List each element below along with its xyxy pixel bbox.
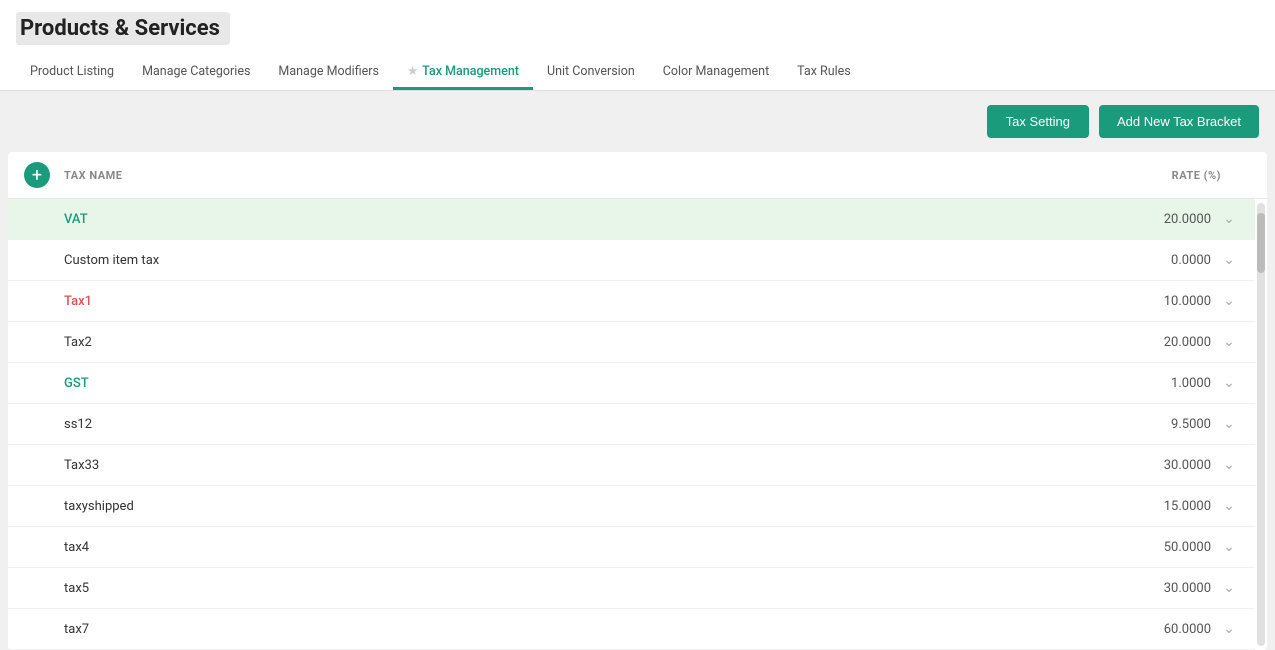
tax-row[interactable]: Tax2 20.0000 ⌄: [8, 322, 1255, 363]
table-body: VAT 20.0000 ⌄ Custom item tax 0.0000 ⌄ T…: [8, 199, 1255, 650]
table-scroll-area: VAT 20.0000 ⌄ Custom item tax 0.0000 ⌄ T…: [8, 199, 1267, 650]
nav-tab-unit-conversion[interactable]: Unit Conversion: [533, 56, 649, 90]
chevron-down-icon: ⌄: [1219, 334, 1239, 350]
chevron-down-icon: ⌄: [1219, 580, 1239, 596]
tax-row[interactable]: Tax1 10.0000 ⌄: [8, 281, 1255, 322]
tax-name: Tax1: [64, 294, 1011, 309]
col-header-rate: RATE (%): [1021, 169, 1221, 182]
tax-rate: 0.0000: [1011, 253, 1211, 268]
chevron-down-icon: ⌄: [1219, 457, 1239, 473]
tax-name: VAT: [64, 212, 1011, 227]
chevron-down-icon: ⌄: [1219, 375, 1239, 391]
table-header: + TAX NAME RATE (%): [8, 152, 1267, 199]
tax-rate: 30.0000: [1011, 581, 1211, 596]
tax-rate: 15.0000: [1011, 499, 1211, 514]
col-header-name: TAX NAME: [64, 169, 1021, 182]
scrollbar-thumb: [1257, 213, 1265, 273]
nav-tabs: Product ListingManage CategoriesManage M…: [16, 55, 1259, 90]
chevron-down-icon: ⌄: [1219, 498, 1239, 514]
chevron-down-icon: ⌄: [1219, 621, 1239, 637]
nav-tab-color-management[interactable]: Color Management: [649, 56, 783, 90]
page-wrapper: Products & Services Product ListingManag…: [0, 0, 1275, 650]
chevron-down-icon: ⌄: [1219, 539, 1239, 555]
chevron-down-icon: ⌄: [1219, 211, 1239, 227]
tax-rate: 20.0000: [1011, 335, 1211, 350]
page-title: Products & Services: [16, 12, 230, 45]
tax-row[interactable]: Custom item tax 0.0000 ⌄: [8, 240, 1255, 281]
tax-name: Custom item tax: [64, 253, 1011, 268]
tax-name: tax7: [64, 622, 1011, 637]
add-new-tax-bracket-button[interactable]: Add New Tax Bracket: [1099, 105, 1259, 138]
tax-name: Tax33: [64, 458, 1011, 473]
tax-row[interactable]: GST 1.0000 ⌄: [8, 363, 1255, 404]
tax-rate: 50.0000: [1011, 540, 1211, 555]
tax-row[interactable]: tax4 50.0000 ⌄: [8, 527, 1255, 568]
tax-rate: 60.0000: [1011, 622, 1211, 637]
tax-row[interactable]: VAT 20.0000 ⌄: [8, 199, 1255, 240]
tax-row[interactable]: tax5 30.0000 ⌄: [8, 568, 1255, 609]
star-icon: ★: [407, 64, 418, 79]
chevron-down-icon: ⌄: [1219, 416, 1239, 432]
scrollbar[interactable]: [1257, 203, 1265, 646]
header: Products & Services Product ListingManag…: [0, 0, 1275, 91]
tax-name: GST: [64, 376, 1011, 391]
tax-table: + TAX NAME RATE (%) VAT 20.0000 ⌄ Custom…: [8, 152, 1267, 650]
add-tax-circle-button[interactable]: +: [24, 162, 50, 188]
tax-rate: 10.0000: [1011, 294, 1211, 309]
tax-row[interactable]: taxyshipped 15.0000 ⌄: [8, 486, 1255, 527]
tax-rate: 30.0000: [1011, 458, 1211, 473]
toolbar: Tax Setting Add New Tax Bracket: [0, 91, 1275, 152]
tax-rate: 1.0000: [1011, 376, 1211, 391]
tax-setting-button[interactable]: Tax Setting: [987, 105, 1089, 138]
nav-tab-product-listing[interactable]: Product Listing: [16, 56, 128, 90]
chevron-down-icon: ⌄: [1219, 252, 1239, 268]
nav-tab-tax-rules[interactable]: Tax Rules: [783, 56, 865, 90]
nav-tab-manage-modifiers[interactable]: Manage Modifiers: [264, 56, 393, 90]
tax-name: ss12: [64, 417, 1011, 432]
chevron-down-icon: ⌄: [1219, 293, 1239, 309]
tax-row[interactable]: ss12 9.5000 ⌄: [8, 404, 1255, 445]
tax-name: tax4: [64, 540, 1011, 555]
nav-tab-manage-categories[interactable]: Manage Categories: [128, 56, 264, 90]
tax-rate: 9.5000: [1011, 417, 1211, 432]
tax-name: taxyshipped: [64, 499, 1011, 514]
tax-name: tax5: [64, 581, 1011, 596]
tax-name: Tax2: [64, 335, 1011, 350]
tax-row[interactable]: Tax33 30.0000 ⌄: [8, 445, 1255, 486]
nav-tab-tax-management[interactable]: ★Tax Management: [393, 55, 533, 90]
tax-rate: 20.0000: [1011, 212, 1211, 227]
tax-row[interactable]: tax7 60.0000 ⌄: [8, 609, 1255, 650]
